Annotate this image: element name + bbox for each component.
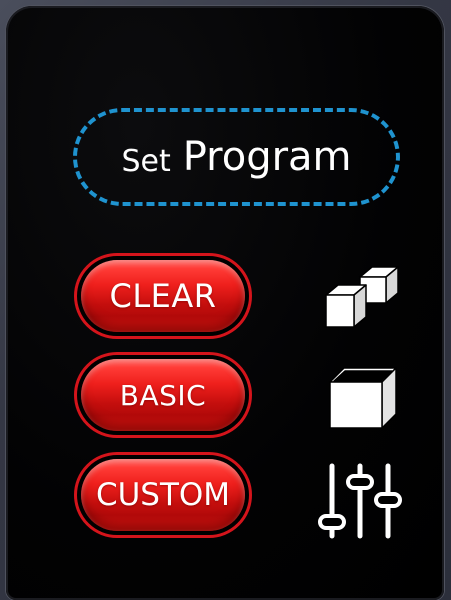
clear-button[interactable]: CLEAR bbox=[74, 253, 252, 339]
basic-button[interactable]: BASIC bbox=[74, 352, 252, 438]
set-label: Set bbox=[121, 143, 171, 179]
two-cubes-icon bbox=[324, 266, 399, 328]
clear-button-label: CLEAR bbox=[81, 260, 245, 332]
custom-button[interactable]: CUSTOM bbox=[74, 452, 252, 538]
basic-button-label: BASIC bbox=[81, 359, 245, 431]
cube-icon bbox=[329, 367, 397, 429]
set-program-button[interactable]: Set Program bbox=[73, 108, 400, 206]
sliders-icon bbox=[318, 463, 402, 539]
program-label: Program bbox=[182, 134, 352, 180]
custom-button-label: CUSTOM bbox=[81, 459, 245, 531]
